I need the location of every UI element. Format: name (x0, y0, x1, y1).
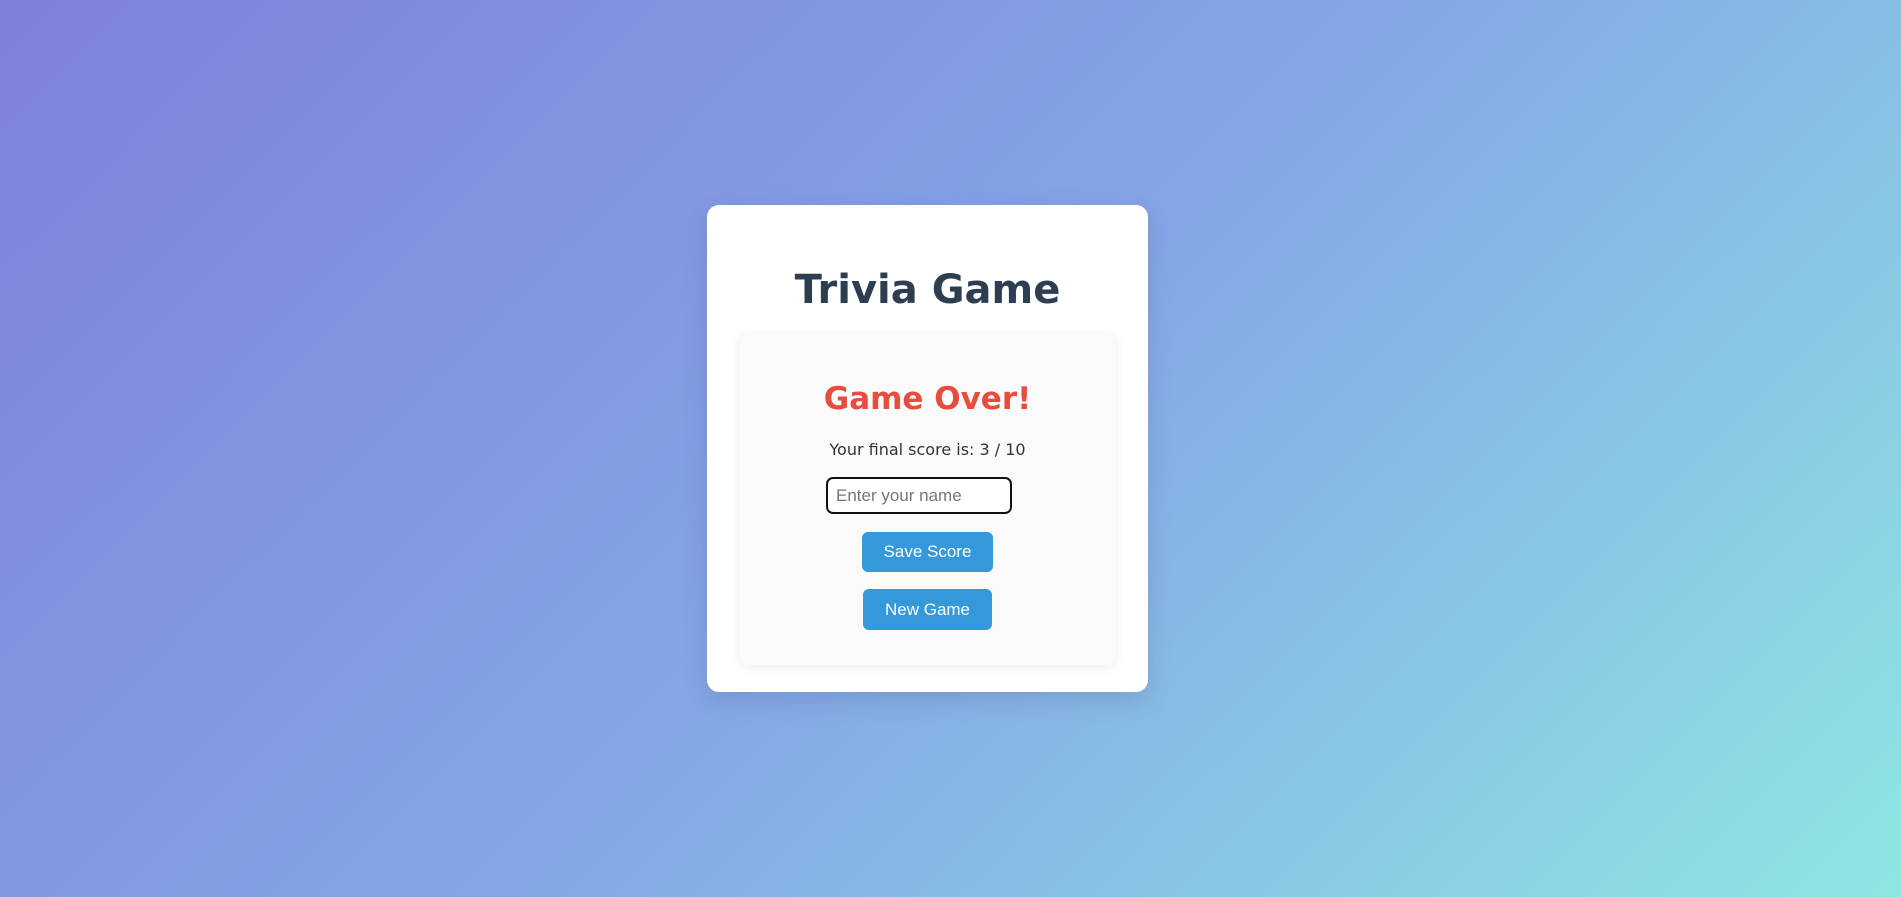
game-card: Trivia Game Game Over! Your final score … (707, 205, 1148, 692)
new-game-button[interactable]: New Game (863, 589, 992, 630)
name-input[interactable] (826, 477, 1012, 514)
save-score-button[interactable]: Save Score (862, 532, 993, 572)
game-over-heading: Game Over! (823, 381, 1032, 417)
results-panel: Game Over! Your final score is: 3 / 10 S… (739, 333, 1116, 665)
final-score-text: Your final score is: 3 / 10 (829, 440, 1026, 459)
page-title: Trivia Game (794, 267, 1061, 313)
